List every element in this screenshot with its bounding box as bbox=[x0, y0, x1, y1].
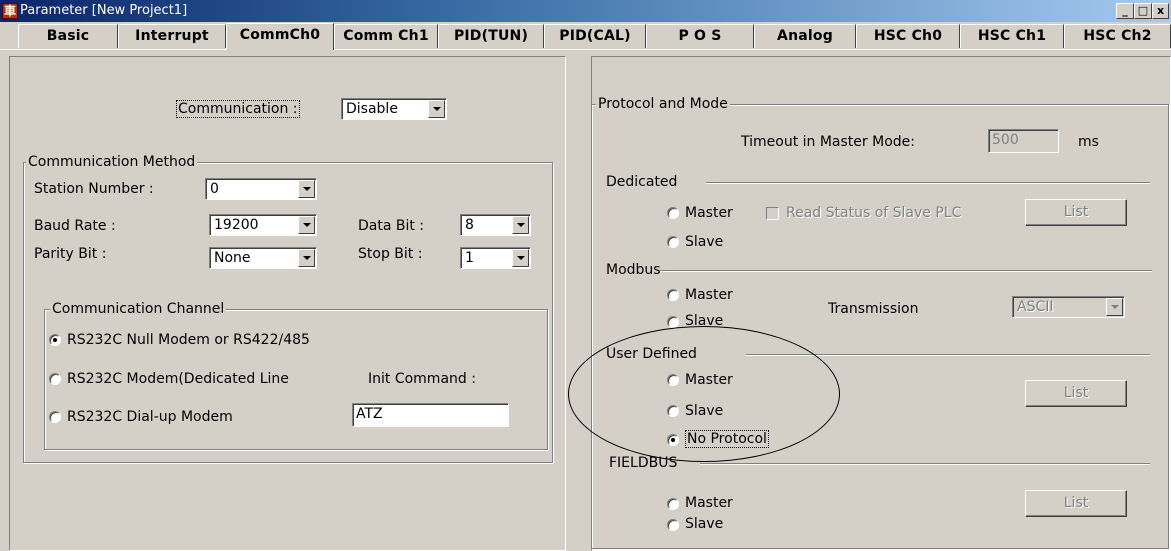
communication-select[interactable]: Disable bbox=[341, 98, 447, 120]
stop-bit-select[interactable]: 1 bbox=[460, 247, 531, 269]
station-number-value: 0 bbox=[210, 181, 219, 197]
parity-bit-label: Parity Bit : bbox=[34, 246, 107, 262]
parity-bit-value: None bbox=[214, 250, 251, 266]
dedicated-title: Dedicated bbox=[606, 174, 678, 190]
user-defined-master-radio[interactable] bbox=[667, 374, 679, 386]
parity-bit-select[interactable]: None bbox=[209, 247, 317, 269]
tab-commch1[interactable]: Comm Ch1 bbox=[334, 24, 438, 48]
user-defined-slave-radio[interactable] bbox=[667, 405, 679, 417]
timeout-unit: ms bbox=[1078, 134, 1099, 150]
chevron-down-icon[interactable] bbox=[298, 180, 315, 198]
stop-bit-label: Stop Bit : bbox=[358, 246, 423, 262]
tab-pid-cal[interactable]: PID(CAL) bbox=[544, 24, 646, 48]
modem-dedicated-radio[interactable] bbox=[49, 373, 61, 385]
dedicated-divider bbox=[706, 182, 1150, 184]
fieldbus-slave-label[interactable]: Slave bbox=[685, 516, 723, 532]
dedicated-slave-radio[interactable] bbox=[667, 236, 679, 248]
protocol-mode-title: Protocol and Mode bbox=[596, 96, 730, 112]
dedicated-slave-label[interactable]: Slave bbox=[685, 234, 723, 250]
tab-hsc-ch0[interactable]: HSC Ch0 bbox=[856, 24, 960, 48]
user-defined-list-button[interactable]: List bbox=[1025, 380, 1127, 407]
fieldbus-slave-radio[interactable] bbox=[667, 519, 679, 531]
modem-dedicated-label[interactable]: RS232C Modem(Dedicated Line bbox=[67, 371, 289, 387]
baud-rate-select[interactable]: 19200 bbox=[209, 214, 317, 236]
communication-value: Disable bbox=[346, 101, 398, 117]
timeout-input[interactable]: 500 bbox=[988, 129, 1059, 153]
chevron-down-icon[interactable] bbox=[512, 249, 529, 267]
modbus-slave-radio[interactable] bbox=[667, 316, 679, 328]
init-command-input[interactable]: ATZ bbox=[352, 403, 509, 427]
transmission-value: ASCII bbox=[1017, 299, 1054, 315]
communication-method-title: Communication Method bbox=[26, 154, 198, 170]
station-number-label: Station Number : bbox=[34, 181, 154, 197]
data-bit-label: Data Bit : bbox=[358, 218, 425, 234]
transmission-select[interactable]: ASCII bbox=[1012, 296, 1125, 318]
baud-rate-value: 19200 bbox=[214, 217, 259, 233]
data-bit-select[interactable]: 8 bbox=[460, 214, 531, 236]
transmission-label: Transmission bbox=[828, 301, 919, 317]
chevron-down-icon[interactable] bbox=[298, 249, 315, 267]
tab-basic[interactable]: Basic bbox=[18, 24, 118, 48]
station-number-select[interactable]: 0 bbox=[205, 178, 317, 200]
app-icon: 車 bbox=[2, 3, 18, 19]
no-protocol-radio[interactable] bbox=[667, 434, 679, 446]
timeout-label: Timeout in Master Mode: bbox=[741, 134, 915, 150]
minimize-button[interactable]: _ bbox=[1116, 3, 1134, 19]
user-defined-master-label[interactable]: Master bbox=[685, 372, 733, 388]
init-command-label: Init Command : bbox=[368, 371, 476, 387]
tab-pid-tun[interactable]: PID(TUN) bbox=[438, 24, 544, 48]
read-status-checkbox[interactable] bbox=[766, 207, 779, 220]
chevron-down-icon[interactable] bbox=[428, 100, 445, 118]
null-modem-radio[interactable] bbox=[49, 334, 61, 346]
modbus-master-radio[interactable] bbox=[667, 289, 679, 301]
fieldbus-list-button[interactable]: List bbox=[1025, 490, 1127, 517]
dialup-modem-label[interactable]: RS232C Dial-up Modem bbox=[67, 409, 233, 425]
chevron-down-icon[interactable] bbox=[298, 216, 315, 234]
modbus-title: Modbus bbox=[606, 262, 661, 278]
modbus-divider bbox=[660, 270, 1152, 272]
tab-hsc-ch1[interactable]: HSC Ch1 bbox=[960, 24, 1064, 48]
stop-bit-value: 1 bbox=[465, 250, 474, 266]
data-bit-value: 8 bbox=[465, 217, 474, 233]
read-status-label: Read Status of Slave PLC bbox=[786, 205, 962, 221]
baud-rate-label: Baud Rate : bbox=[34, 218, 116, 234]
null-modem-label[interactable]: RS232C Null Modem or RS422/485 bbox=[67, 332, 310, 348]
dialup-modem-radio[interactable] bbox=[49, 411, 61, 423]
tab-analog[interactable]: Analog bbox=[754, 24, 856, 48]
fieldbus-master-label[interactable]: Master bbox=[685, 495, 733, 511]
tab-commch0[interactable]: CommCh0 bbox=[226, 23, 334, 50]
maximize-button[interactable]: □ bbox=[1134, 3, 1152, 19]
dedicated-master-label[interactable]: Master bbox=[685, 205, 733, 221]
fieldbus-master-radio[interactable] bbox=[667, 498, 679, 510]
user-defined-divider bbox=[746, 354, 1150, 356]
chevron-down-icon[interactable] bbox=[512, 216, 529, 234]
dedicated-master-radio[interactable] bbox=[667, 207, 679, 219]
modbus-master-label[interactable]: Master bbox=[685, 287, 733, 303]
dedicated-list-button[interactable]: List bbox=[1025, 199, 1127, 226]
user-defined-title: User Defined bbox=[606, 346, 697, 362]
tab-pos[interactable]: P O S bbox=[646, 24, 754, 48]
user-defined-slave-label[interactable]: Slave bbox=[685, 403, 723, 419]
window-title: Parameter [New Project1] bbox=[20, 3, 188, 18]
close-button[interactable]: x bbox=[1152, 3, 1169, 19]
chevron-down-icon[interactable] bbox=[1106, 298, 1123, 316]
protocol-mode-group bbox=[591, 104, 1169, 549]
title-bar[interactable]: 車 Parameter [New Project1] _ □ x bbox=[0, 0, 1171, 22]
communication-channel-title: Communication Channel bbox=[50, 301, 227, 317]
fieldbus-divider bbox=[700, 463, 1150, 465]
communication-label: Communication : bbox=[176, 100, 300, 118]
no-protocol-label[interactable]: No Protocol bbox=[685, 430, 769, 448]
tab-hsc-ch2[interactable]: HSC Ch2 bbox=[1064, 24, 1171, 48]
fieldbus-title: FIELDBUS bbox=[609, 455, 678, 471]
tab-interrupt[interactable]: Interrupt bbox=[118, 24, 226, 48]
tab-divider bbox=[0, 49, 1171, 51]
modbus-slave-label[interactable]: Slave bbox=[685, 313, 723, 329]
